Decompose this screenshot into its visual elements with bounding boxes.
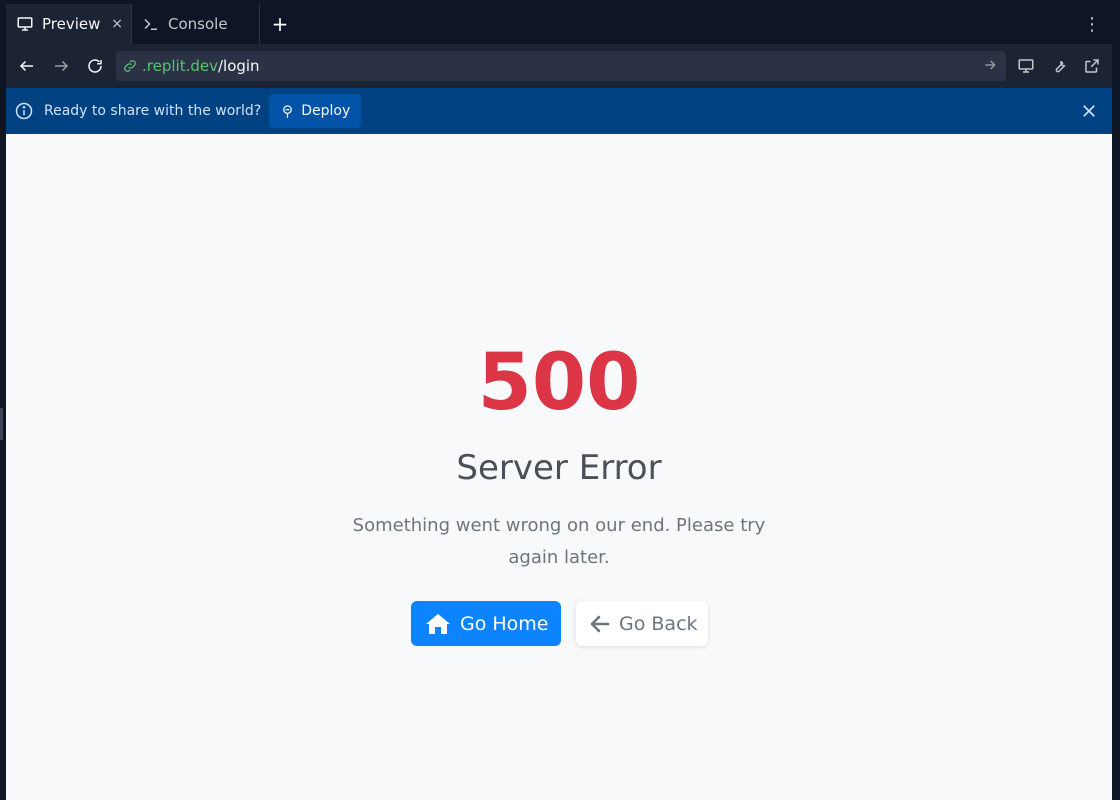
error-actions: Go Home Go Back [411,601,708,646]
url-bar: .replit.dev/login [6,44,1112,88]
wrench-icon [1055,60,1065,73]
deploy-icon [283,104,293,118]
tab-console[interactable]: Console [132,4,260,44]
close-tab-icon[interactable]: × [111,16,123,32]
go-home-label: Go Home [460,612,549,635]
home-icon [426,613,450,634]
preview-content: 500 Server Error Something went wrong on… [6,134,1112,800]
error-code: 500 [477,338,641,428]
deploy-label: Deploy [301,103,351,119]
error-message: Something went wrong on our end. Please … [352,515,766,568]
tab-label: Preview [42,15,101,33]
monitor-icon [17,17,33,31]
reload-button[interactable] [78,51,112,81]
preview-pane: Preview × Console + ⋮ .replit.dev/login [6,4,1112,800]
external-link-icon [1084,59,1099,73]
tab-label: Console [168,15,228,33]
tab-bar: Preview × Console + ⋮ [6,4,1112,44]
go-back-label: Go Back [619,612,698,635]
url-host: .replit.dev [142,57,218,75]
arrow-left-icon [19,60,33,72]
link-icon [124,60,136,72]
terminal-icon [144,18,157,30]
arrow-left-icon [590,615,610,632]
close-banner-icon[interactable] [1080,102,1098,120]
url-path: /login [217,57,260,75]
info-icon [15,102,33,120]
reload-icon [88,59,102,73]
tab-preview[interactable]: Preview × [6,4,132,44]
url-field[interactable]: .replit.dev/login [116,51,1006,81]
error-title: Server Error [456,448,662,488]
open-new-tab-button[interactable] [1075,51,1108,81]
desktop-icon [1018,59,1033,73]
forward-nav-button[interactable] [44,51,78,81]
more-options-icon[interactable]: ⋮ [1072,4,1112,44]
deploy-button[interactable]: Deploy [269,94,362,128]
go-arrow-icon[interactable] [982,57,998,73]
devtools-button[interactable] [1042,51,1075,81]
url-bar-actions [1009,51,1108,81]
banner-text: Ready to share with the world? [44,103,262,119]
add-tab-button[interactable]: + [260,4,300,44]
go-home-button[interactable]: Go Home [411,601,561,646]
go-back-button[interactable]: Go Back [576,601,708,646]
back-nav-button[interactable] [10,51,44,81]
panel-resize-handle[interactable] [0,408,3,440]
deploy-banner: Ready to share with the world? Deploy [6,88,1112,134]
arrow-right-icon [55,60,69,72]
device-preview-button[interactable] [1009,51,1042,81]
